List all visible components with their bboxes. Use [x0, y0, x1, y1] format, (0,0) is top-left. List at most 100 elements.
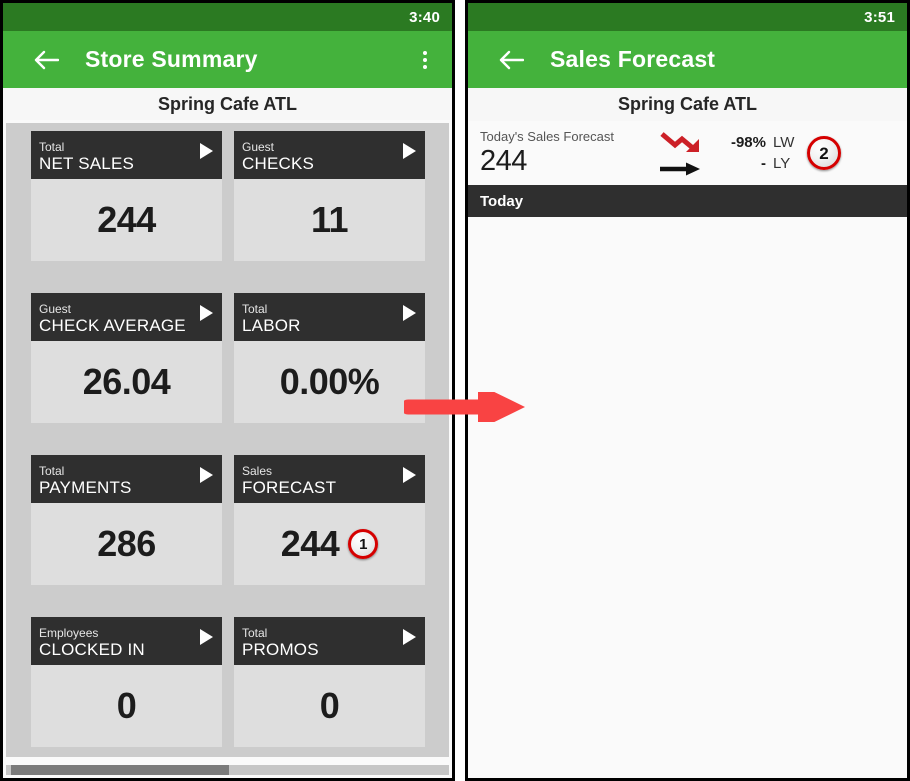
app-bar-left: Store Summary — [3, 31, 452, 88]
tile-header: Total PROMOS — [234, 617, 425, 665]
forecast-value-block: Today's Sales Forecast 244 — [480, 129, 650, 177]
overflow-menu-button[interactable] — [412, 45, 438, 75]
status-bar-clock: 3:51 — [864, 8, 895, 26]
trend-down-arrow-icon — [660, 131, 699, 152]
caret-right-icon — [403, 143, 416, 159]
trend-flat-arrow-icon — [660, 162, 700, 175]
trend-arrows-group — [650, 130, 712, 177]
status-bar-left: 3:40 — [3, 3, 452, 31]
more-vertical-icon-dot — [423, 57, 427, 62]
section-header-today: Today — [468, 185, 907, 217]
tile-row: Total PAYMENTS 286 Sales FORECAST 244 1 — [6, 455, 449, 585]
comparison-stage: 3:40 Store Summary Spring Cafe ATL Total — [0, 0, 910, 781]
tile-metric: FORECAST — [242, 478, 337, 497]
store-summary-screen: 3:40 Store Summary Spring Cafe ATL Total — [0, 0, 455, 781]
arrow-left-icon — [34, 50, 59, 69]
more-vertical-icon-dot — [423, 64, 427, 69]
horizontal-scrollbar[interactable] — [6, 765, 449, 775]
tile-value: 26.04 — [82, 361, 171, 402]
tile-category: Total — [242, 302, 268, 316]
more-vertical-icon-dot — [423, 50, 427, 55]
tile-category: Guest — [242, 140, 275, 154]
sales-forecast-screen: 3:51 Sales Forecast Spring Cafe ATL Toda… — [465, 0, 910, 781]
status-bar-clock: 3:40 — [409, 8, 440, 26]
tile-category: Guest — [39, 302, 72, 316]
tile-metric: CHECKS — [242, 154, 315, 173]
tile-body: 26.04 — [31, 341, 222, 423]
forecast-summary-row: Today's Sales Forecast 244 -98% LW - LY … — [468, 121, 907, 185]
tile-value: 11 — [310, 199, 349, 240]
metric-tile-grid: Total NET SALES 244 Guest CHECKS 11 Gues… — [6, 123, 449, 757]
status-bar-right: 3:51 — [468, 3, 907, 31]
tile-header: Total LABOR — [234, 293, 425, 341]
tile-body: 11 — [234, 179, 425, 261]
tile-row: Total NET SALES 244 Guest CHECKS 11 — [6, 131, 449, 261]
tile-header: Guest CHECK AVERAGE — [31, 293, 222, 341]
store-name-header: Spring Cafe ATL — [3, 88, 452, 120]
comparison-period: LW — [773, 134, 795, 151]
caret-right-icon — [200, 143, 213, 159]
page-title: Sales Forecast — [550, 46, 716, 72]
tile-header: Sales FORECAST — [234, 455, 425, 503]
tile-row: Guest CHECK AVERAGE 26.04 Total LABOR 0.… — [6, 293, 449, 423]
tile-header: Total PAYMENTS — [31, 455, 222, 503]
back-button[interactable] — [496, 45, 526, 75]
tile-category: Sales — [242, 464, 273, 478]
caret-right-icon — [403, 629, 416, 645]
tile-header: Total NET SALES — [31, 131, 222, 179]
caret-right-icon — [200, 467, 213, 483]
metric-tile-checks[interactable]: Guest CHECKS 11 — [234, 131, 425, 261]
tile-metric: LABOR — [242, 316, 301, 335]
metric-tile-promos[interactable]: Total PROMOS 0 — [234, 617, 425, 747]
tile-header: Guest CHECKS — [234, 131, 425, 179]
comparison-row-ly: - LY — [720, 155, 797, 172]
badge-count: 1 — [359, 535, 368, 553]
tile-value: 286 — [97, 523, 156, 564]
tile-metric: CHECK AVERAGE — [39, 316, 186, 335]
metric-tile-clocked-in[interactable]: Employees CLOCKED IN 0 — [31, 617, 222, 747]
forecast-caption: Today's Sales Forecast — [480, 129, 614, 144]
section-header-label: Today — [480, 192, 524, 210]
scrollbar-thumb[interactable] — [11, 765, 229, 775]
metric-tile-payments[interactable]: Total PAYMENTS 286 — [31, 455, 222, 585]
tile-category: Total — [39, 464, 65, 478]
tile-category: Total — [39, 140, 65, 154]
tile-category: Employees — [39, 626, 99, 640]
tile-body: 0 — [31, 665, 222, 747]
tile-body: 0.00% — [234, 341, 425, 423]
notification-badge[interactable]: 2 — [807, 136, 841, 170]
tile-metric: PAYMENTS — [39, 478, 132, 497]
forecast-value: 244 — [480, 145, 527, 177]
page-title: Store Summary — [85, 46, 258, 72]
tile-metric: CLOCKED IN — [39, 640, 145, 659]
caret-right-icon — [200, 629, 213, 645]
metric-tile-check-average[interactable]: Guest CHECK AVERAGE 26.04 — [31, 293, 222, 423]
tile-value: 244 — [280, 523, 340, 564]
tile-row: Employees CLOCKED IN 0 Total PROMOS 0 — [6, 617, 449, 747]
tile-body: 244 1 — [234, 503, 425, 585]
tile-metric: NET SALES — [39, 154, 135, 173]
tile-value: 0.00% — [279, 361, 380, 402]
caret-right-icon — [403, 305, 416, 321]
metric-tile-labor[interactable]: Total LABOR 0.00% — [234, 293, 425, 423]
comparison-group: -98% LW - LY — [720, 134, 797, 172]
tile-header: Employees CLOCKED IN — [31, 617, 222, 665]
tile-value: 0 — [319, 685, 340, 726]
tile-body: 0 — [234, 665, 425, 747]
comparison-percent: -98% — [730, 134, 766, 151]
app-bar-right: Sales Forecast — [468, 31, 907, 88]
caret-right-icon — [403, 467, 416, 483]
tile-metric: PROMOS — [242, 640, 319, 659]
metric-tile-net-sales[interactable]: Total NET SALES 244 — [31, 131, 222, 261]
comparison-row-lw: -98% LW — [720, 134, 797, 151]
notification-badge[interactable]: 1 — [348, 529, 379, 559]
forecast-list-body — [471, 250, 904, 775]
tile-value: 244 — [97, 199, 156, 240]
store-name-header: Spring Cafe ATL — [468, 88, 907, 121]
tile-category: Total — [242, 626, 268, 640]
comparison-period: LY — [773, 155, 791, 172]
badge-count: 2 — [819, 143, 829, 163]
metric-tile-sales-forecast[interactable]: Sales FORECAST 244 1 — [234, 455, 425, 585]
back-button[interactable] — [31, 45, 61, 75]
tile-value: 0 — [116, 685, 137, 726]
